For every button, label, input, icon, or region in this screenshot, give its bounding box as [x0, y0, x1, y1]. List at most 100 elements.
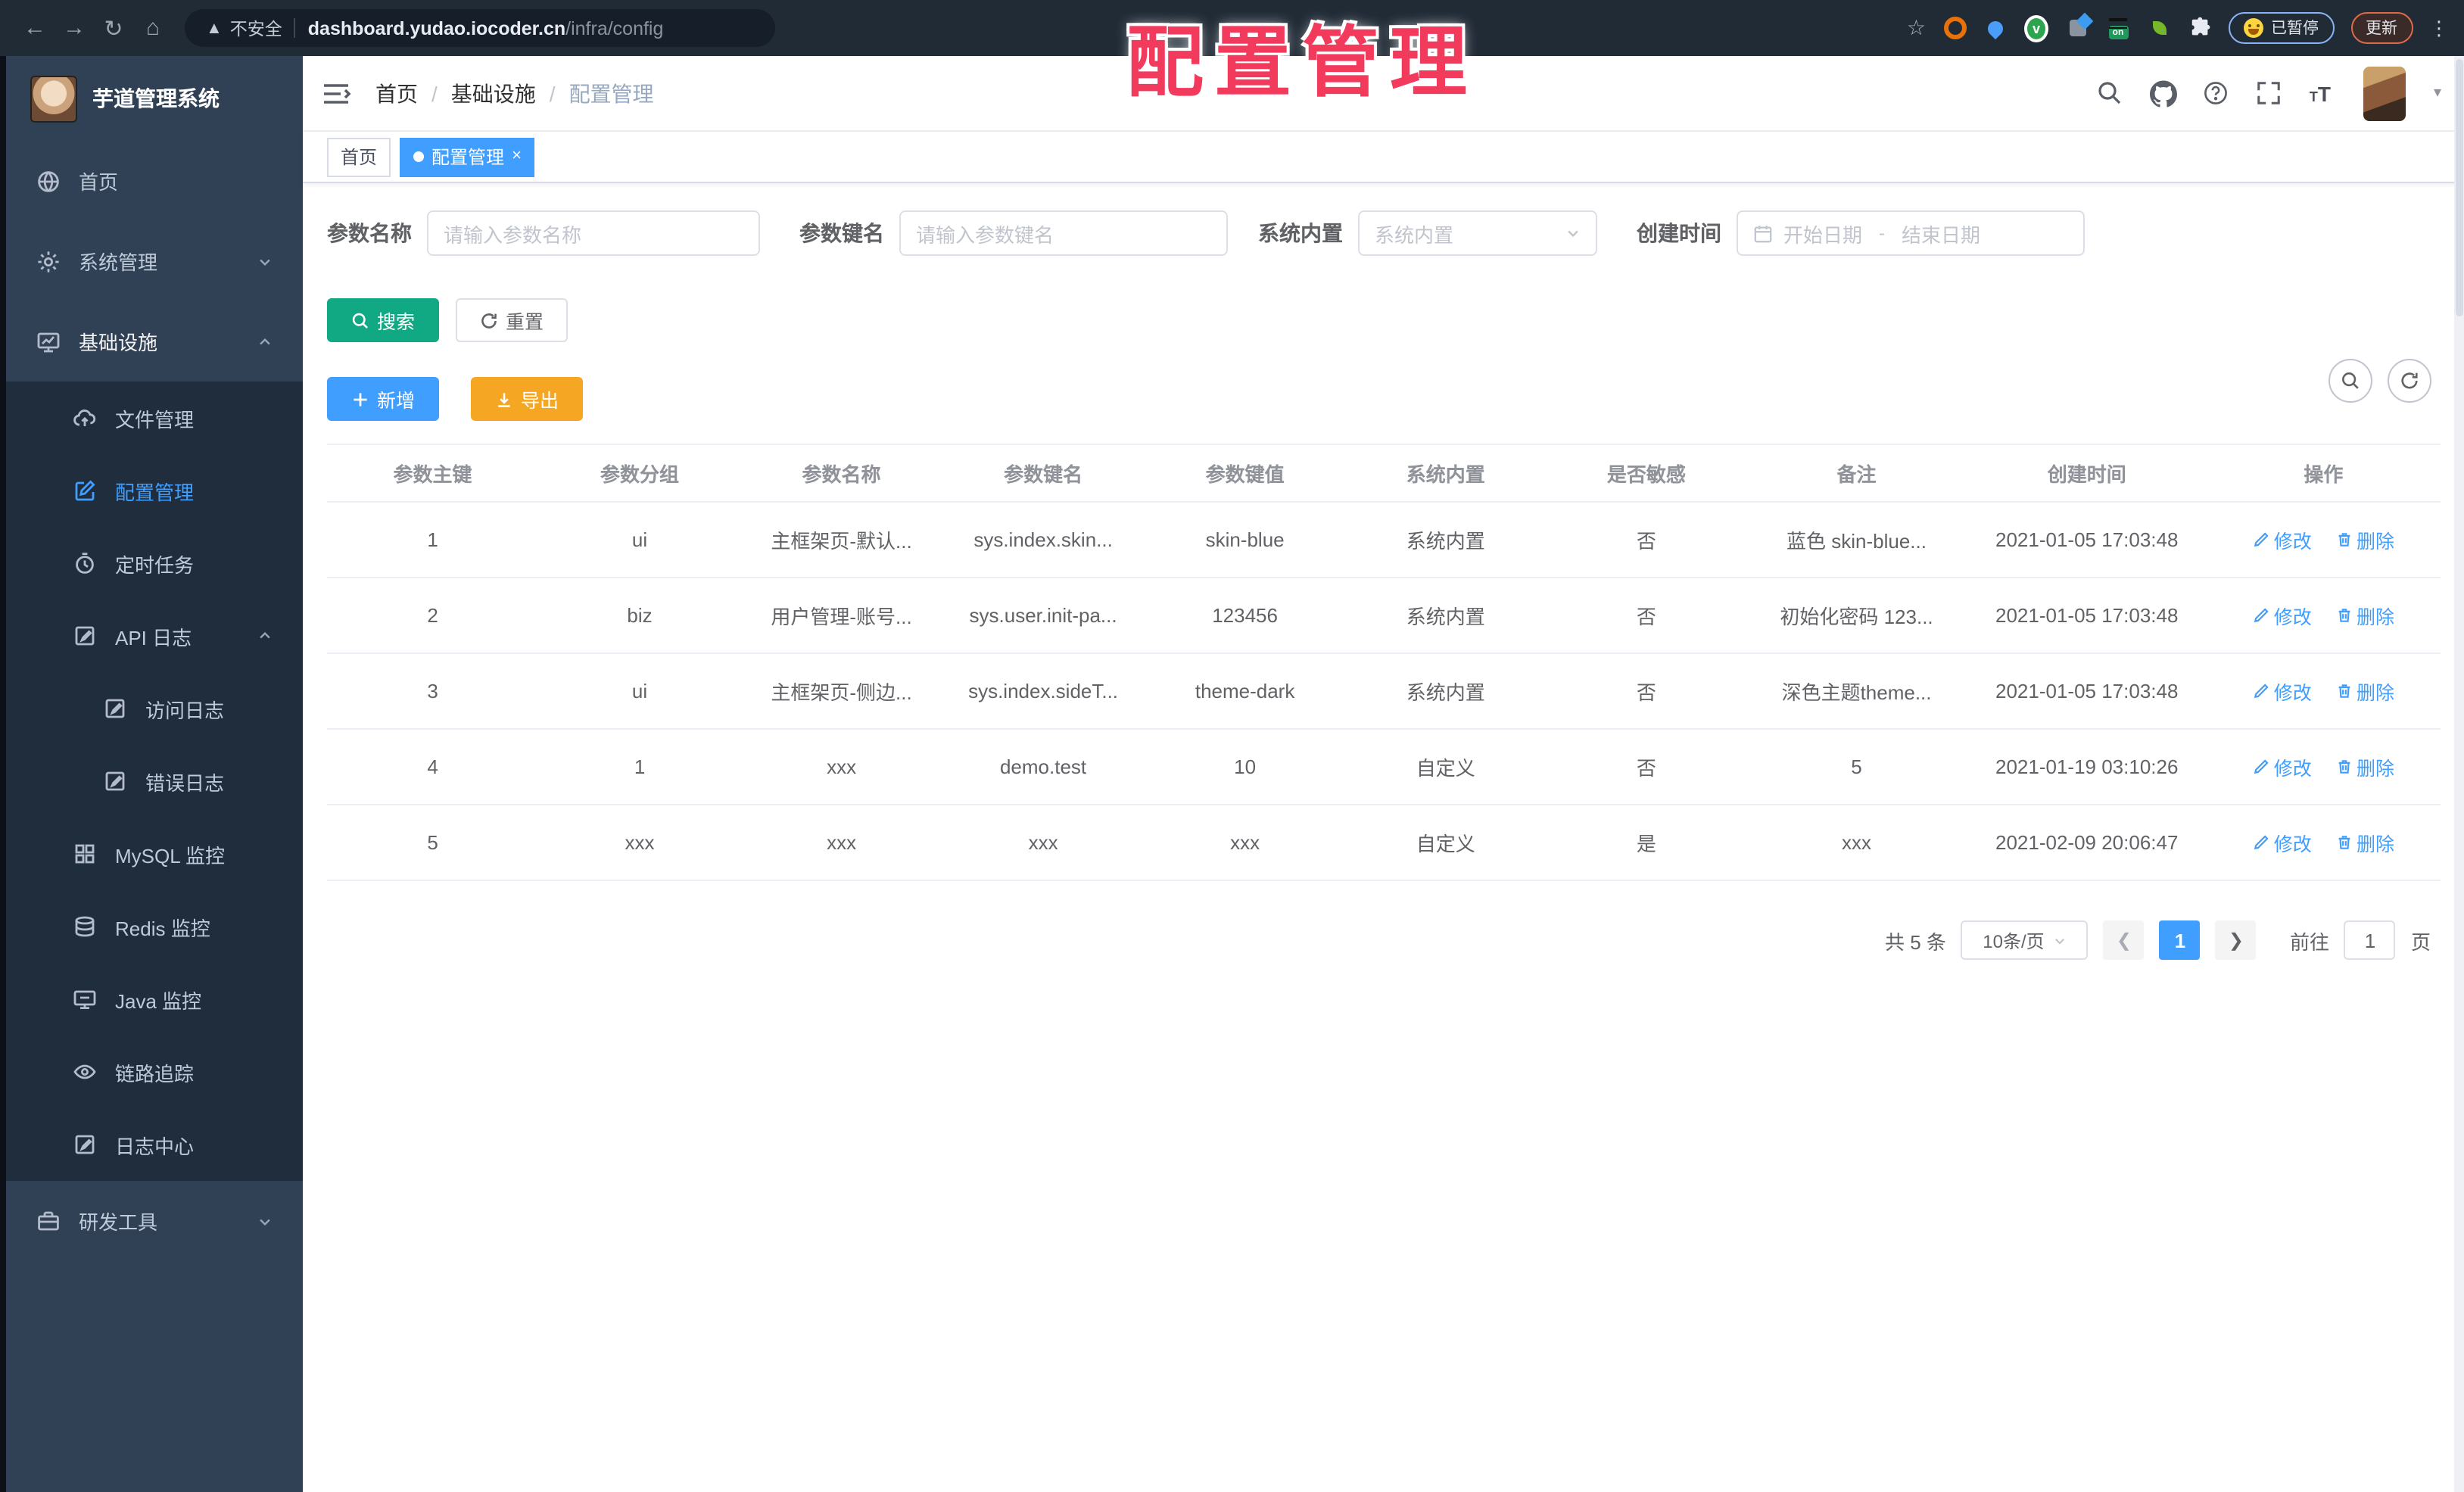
sidebar-item-java[interactable]: Java 监控 — [6, 963, 303, 1036]
edit-link[interactable]: 修改 — [2253, 752, 2312, 781]
col-header: 参数键值 — [1145, 444, 1346, 503]
breadcrumb-infra[interactable]: 基础设施 — [451, 78, 536, 108]
extension-green-v-icon[interactable]: v — [2024, 14, 2048, 42]
sidebar-item-config[interactable]: 配置管理 — [6, 454, 303, 527]
sidebar-item-home[interactable]: 首页 — [6, 141, 303, 221]
edit-link[interactable]: 修改 — [2253, 677, 2312, 706]
dashboard-icon — [36, 169, 61, 193]
emoji-face-icon — [2244, 18, 2263, 38]
sidebar-item-mysql[interactable]: MySQL 监控 — [6, 818, 303, 890]
app-logo[interactable]: 芋道管理系统 — [6, 56, 303, 141]
refresh-button[interactable] — [2387, 359, 2431, 403]
sidebar-item-dev-tools[interactable]: 研发工具 — [6, 1181, 303, 1261]
pencil-icon — [2253, 834, 2269, 851]
forward-icon[interactable]: → — [55, 15, 94, 41]
avatar-caret-icon[interactable]: ▾ — [2434, 85, 2441, 101]
add-button[interactable]: 新增 — [327, 377, 440, 421]
extension-on-icon[interactable]: on — [2106, 16, 2130, 40]
edit-link[interactable]: 修改 — [2253, 525, 2312, 554]
edit-link[interactable]: 修改 — [2253, 828, 2312, 857]
sidebar-item-job[interactable]: 定时任务 — [6, 527, 303, 600]
goto-page-input[interactable] — [2344, 920, 2396, 960]
extension-puzzle-blue-icon[interactable] — [2065, 16, 2089, 40]
breadcrumb-home[interactable]: 首页 — [375, 78, 418, 108]
col-header: 系统内置 — [1345, 444, 1547, 503]
col-header: 参数键名 — [942, 444, 1145, 503]
param-name-label: 参数名称 — [327, 221, 412, 245]
total-count: 共 5 条 — [1885, 930, 1946, 953]
content: 参数名称 请输入参数名称 参数键名 请输入参数键名 系统内置 系统内置 创建时间 — [303, 183, 2464, 1492]
col-header: 备注 — [1746, 444, 1967, 503]
date-range-picker[interactable]: 开始日期 - 结束日期 — [1737, 210, 2085, 256]
scrollbar-track[interactable] — [2453, 56, 2464, 1492]
chevron-down-icon — [257, 254, 273, 269]
user-avatar[interactable] — [2363, 66, 2406, 120]
back-icon[interactable]: ← — [15, 15, 55, 41]
param-key-input[interactable]: 请输入参数键名 — [899, 210, 1228, 256]
builtin-select[interactable]: 系统内置 — [1358, 210, 1597, 256]
delete-link[interactable]: 删除 — [2335, 752, 2394, 781]
browser-menu-icon[interactable]: ⋮ — [2429, 16, 2449, 40]
sidebar-item-error-log[interactable]: 错误日志 — [6, 745, 303, 818]
not-secure-icon: ▲ — [206, 19, 223, 37]
github-icon[interactable] — [2150, 80, 2178, 107]
toggle-search-button[interactable] — [2328, 359, 2372, 403]
pencil-icon — [2253, 683, 2269, 699]
help-icon[interactable] — [2204, 80, 2229, 106]
delete-link[interactable]: 删除 — [2335, 525, 2394, 554]
prev-page-button[interactable]: ❮ — [2103, 920, 2145, 960]
param-name-input[interactable]: 请输入参数名称 — [427, 210, 760, 256]
app-title: 芋道管理系统 — [92, 86, 220, 111]
grid-icon — [73, 842, 97, 866]
log-edit-icon — [103, 769, 127, 793]
reload-icon[interactable]: ↻ — [94, 14, 133, 42]
update-button[interactable]: 更新 — [2350, 12, 2413, 44]
home-icon[interactable]: ⌂ — [133, 15, 173, 41]
sidebar-item-infra[interactable]: 基础设施 — [6, 301, 303, 382]
page-size-select[interactable]: 10条/页 — [1961, 920, 2089, 960]
search-button[interactable]: 搜索 — [327, 298, 440, 342]
extension-pin-icon[interactable] — [1983, 16, 2008, 40]
sidebar-item-file[interactable]: 文件管理 — [6, 382, 303, 454]
table-row: 3 ui 主框架页-侧边... sys.index.sideT... theme… — [327, 653, 2440, 730]
edit-square-icon — [73, 478, 97, 503]
edit-link[interactable]: 修改 — [2253, 601, 2312, 630]
sidebar-item-redis[interactable]: Redis 监控 — [6, 890, 303, 963]
font-size-icon[interactable]: TT — [2310, 81, 2331, 105]
delete-link[interactable]: 删除 — [2335, 601, 2394, 630]
address-bar[interactable]: ▲ 不安全 dashboard.yudao.iocoder.cn /infra/… — [185, 9, 775, 47]
col-header: 是否敏感 — [1546, 444, 1747, 503]
fullscreen-icon[interactable] — [2257, 80, 2282, 106]
reset-button[interactable]: 重置 — [456, 298, 568, 342]
delete-link[interactable]: 删除 — [2335, 677, 2394, 706]
next-page-button[interactable]: ❯ — [2215, 920, 2257, 960]
sidebar-item-access-log[interactable]: 访问日志 — [6, 672, 303, 745]
extension-leaf-icon[interactable] — [2147, 16, 2171, 40]
current-page-button[interactable]: 1 — [2159, 920, 2201, 960]
export-button[interactable]: 导出 — [471, 377, 584, 421]
tags-bar: 首页 配置管理 × — [303, 132, 2464, 183]
breadcrumb: 首页 / 基础设施 / 配置管理 — [375, 78, 654, 108]
extensions-puzzle-icon[interactable] — [2188, 16, 2212, 40]
tag-config[interactable]: 配置管理 × — [400, 137, 535, 176]
bookmark-star-icon[interactable]: ☆ — [1907, 15, 1926, 41]
trash-icon — [2335, 758, 2352, 775]
search-icon[interactable] — [2098, 80, 2123, 106]
sidebar-item-system[interactable]: 系统管理 — [6, 221, 303, 301]
extension-orange-icon[interactable] — [1942, 16, 1967, 40]
delete-link[interactable]: 删除 — [2335, 828, 2394, 857]
page: 配置管理 ← → ↻ ⌂ ▲ 不安全 dashboard.yudao.iocod… — [0, 0, 2464, 1492]
pencil-icon — [2253, 607, 2269, 624]
paused-badge[interactable]: 已暂停 — [2229, 12, 2334, 44]
sidebar-item-trace[interactable]: 链路追踪 — [6, 1036, 303, 1108]
tag-home[interactable]: 首页 — [327, 137, 391, 176]
filter-form: 参数名称 请输入参数名称 参数键名 请输入参数键名 系统内置 系统内置 创建时间 — [327, 210, 2440, 256]
log-edit-icon — [103, 696, 127, 721]
close-tab-icon[interactable]: × — [512, 148, 522, 165]
scrollbar-thumb[interactable] — [2455, 59, 2462, 316]
sidebar-item-log-center[interactable]: 日志中心 — [6, 1108, 303, 1181]
chevron-down-icon — [257, 1213, 273, 1229]
search-icon — [2340, 371, 2360, 391]
hamburger-icon[interactable] — [321, 78, 351, 108]
sidebar-item-api-log[interactable]: API 日志 — [6, 600, 303, 672]
